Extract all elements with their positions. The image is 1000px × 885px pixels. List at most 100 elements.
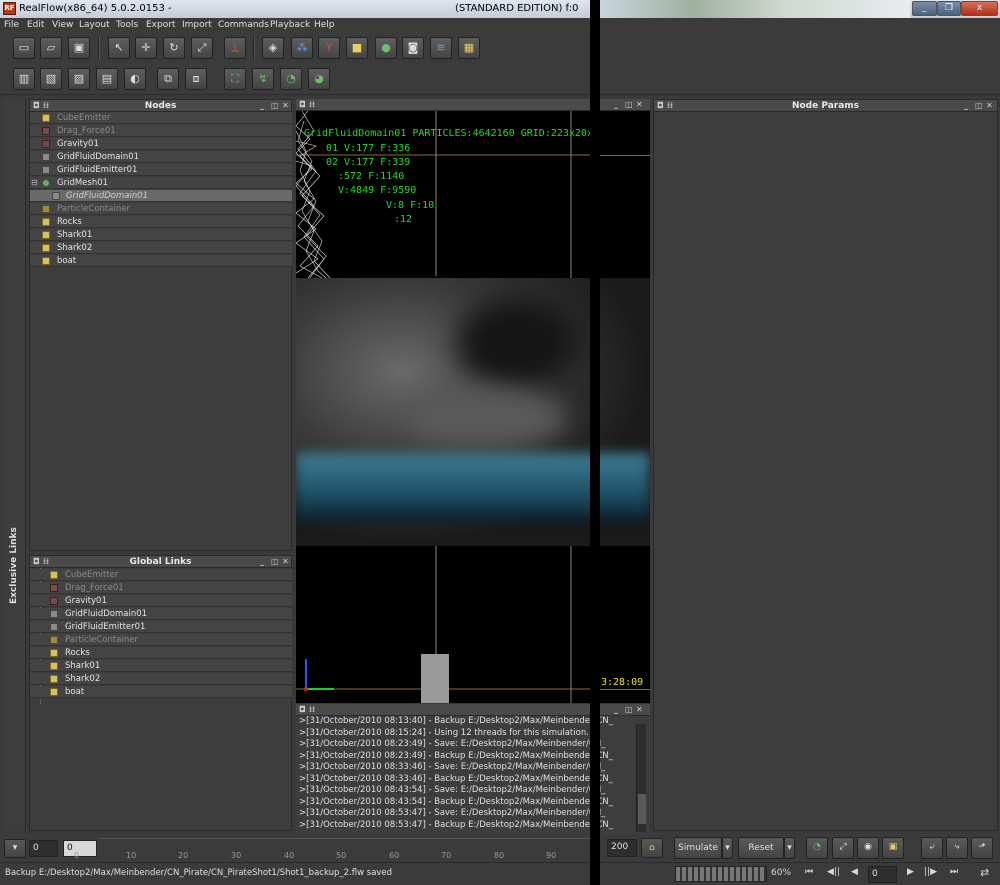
select-icon[interactable]: ↖ [108,37,130,59]
add-daemon-icon[interactable]: Y [318,37,340,59]
add-object-icon[interactable]: ■ [346,37,368,59]
export-toggle-icon[interactable]: ⤢ [832,837,854,859]
export-icon-4[interactable]: ▤ [96,68,118,90]
node-item[interactable]: boat [30,255,292,267]
link-item[interactable]: Shark02 [30,673,292,685]
step-forward-icon[interactable]: ||▶ [924,867,937,877]
menu-tools[interactable]: Tools [116,20,138,30]
node-item[interactable]: CubeEmitter [30,112,292,124]
axis-icon[interactable]: ⟂ [224,37,246,59]
node-item[interactable]: Rocks [30,216,292,228]
panel-restore-icon[interactable]: ◫ [625,705,633,714]
panel-close-icon[interactable]: ✕ [282,101,289,110]
menu-layout[interactable]: Layout [79,20,110,30]
menu-view[interactable]: View [52,20,73,30]
play-forward-icon[interactable]: ▶ [907,867,914,877]
end-frame-field[interactable]: 200 [607,839,637,857]
cache-toggle-icon[interactable]: ▣ [882,837,904,859]
rotate-icon[interactable]: ↻ [163,37,185,59]
relationship-icon-2[interactable]: ⧈ [185,68,207,90]
link-item[interactable]: Drag_Force01 [30,582,292,594]
node-item[interactable]: Shark02 [30,242,292,254]
panel-minimize-icon[interactable]: _ [260,101,264,110]
collapse-icon[interactable]: ⊟ [31,178,38,187]
simulate-dropdown-icon[interactable]: ▾ [722,837,733,859]
node-item[interactable]: ParticleContainer [30,203,292,215]
export-icon-3[interactable]: ▨ [68,68,90,90]
simulate-button[interactable]: Simulate [674,837,722,859]
panel-restore-icon[interactable]: ◫ [625,100,633,109]
link-item[interactable]: boat [30,686,292,698]
menu-export[interactable]: Export [146,20,175,30]
messages-scrollbar[interactable] [636,724,646,832]
keyframe-next-icon[interactable]: ⤷ [946,837,968,859]
save-scene-icon[interactable]: ▣ [68,37,90,59]
node-item[interactable]: ⊟ GridMesh01 [30,177,292,189]
minimize-button[interactable]: _ [912,1,937,16]
current-frame-field[interactable]: 0 [63,840,97,857]
panel-minimize-icon[interactable]: _ [964,101,968,110]
panel-float-icon[interactable]: ◘ [299,100,306,109]
add-wave-icon[interactable]: ≋ [430,37,452,59]
panel-minimize-icon[interactable]: _ [614,705,618,714]
add-mesh-icon[interactable]: ● [375,37,397,59]
panel-close-icon[interactable]: ✕ [636,705,643,714]
node-item[interactable]: GridFluidEmitter01 [30,164,292,176]
cache-icon[interactable]: ⌂ [641,838,663,858]
panel-grip-icon[interactable]: ⁞⁞ [309,705,315,714]
relationship-icon-1[interactable]: ⧉ [157,68,179,90]
export-central-icon[interactable]: ▥ [13,68,35,90]
batch-icon-1[interactable]: ⛶ [224,68,246,90]
link-item[interactable]: Shark01 [30,660,292,672]
move-icon[interactable]: ✛ [135,37,157,59]
keyframe-prev-icon[interactable]: ⤶ [921,837,943,859]
restore-button[interactable]: ❐ [937,1,961,16]
timeline-options-icon[interactable]: ▾ [4,839,26,858]
export-icon-2[interactable]: ▧ [40,68,62,90]
link-item[interactable]: Gravity01 [30,595,292,607]
loop-icon[interactable]: ⇄ [980,866,989,879]
menu-edit[interactable]: Edit [27,20,44,30]
panel-restore-icon[interactable]: ◫ [975,101,983,110]
go-to-end-icon[interactable]: ⏭ [950,867,958,877]
go-to-start-icon[interactable]: ⏮ [805,867,813,877]
node-item-selected[interactable]: GridFluidDomain01 [30,190,292,202]
node-item[interactable]: Shark01 [30,229,292,241]
batch-icon-2[interactable]: ↯ [252,68,274,90]
open-scene-icon[interactable]: ▱ [40,37,62,59]
node-item[interactable]: Gravity01 [30,138,292,150]
play-backward-icon[interactable]: ◀ [851,867,858,877]
panel-restore-icon[interactable]: ◫ [271,557,279,566]
keyframe-add-icon[interactable]: ⬏ [971,837,993,859]
menu-help[interactable]: Help [314,20,335,30]
start-frame-field[interactable]: 0 [29,840,58,857]
menu-playback[interactable]: Playback [270,20,310,30]
add-particle-icon[interactable]: ⁂ [291,37,313,59]
timeline-slider[interactable]: 0 10 20 30 40 50 60 70 80 90 [74,838,590,860]
link-item[interactable]: Rocks [30,647,292,659]
link-item[interactable]: CubeEmitter [30,569,292,581]
panel-minimize-icon[interactable]: _ [614,100,618,109]
menu-import[interactable]: Import [182,20,212,30]
panel-close-icon[interactable]: ✕ [986,101,993,110]
close-button[interactable]: x [961,1,998,16]
batch-sim-icon[interactable]: ◔ [806,837,828,859]
reset-dropdown-icon[interactable]: ▾ [784,837,795,859]
frame-field[interactable]: 0 [868,866,897,883]
link-item[interactable]: GridFluidEmitter01 [30,621,292,633]
panel-close-icon[interactable]: ✕ [282,557,289,566]
reset-button[interactable]: Reset [738,837,784,859]
link-item[interactable]: GridFluidDomain01 [30,608,292,620]
batch-icon-3[interactable]: ◔ [280,68,302,90]
node-item[interactable]: GridFluidDomain01 [30,151,292,163]
link-item[interactable]: ParticleContainer [30,634,292,646]
panel-close-icon[interactable]: ✕ [636,100,643,109]
new-scene-icon[interactable]: ▭ [13,37,35,59]
scale-icon[interactable]: ⤢ [191,37,213,59]
exclusive-links-sidebar[interactable]: Exclusive Links [3,99,26,831]
menu-file[interactable]: File [4,20,19,30]
panel-restore-icon[interactable]: ◫ [271,101,279,110]
panel-float-icon[interactable]: ◘ [299,705,306,714]
panel-minimize-icon[interactable]: _ [260,557,264,566]
add-camera-icon[interactable]: ◙ [402,37,424,59]
